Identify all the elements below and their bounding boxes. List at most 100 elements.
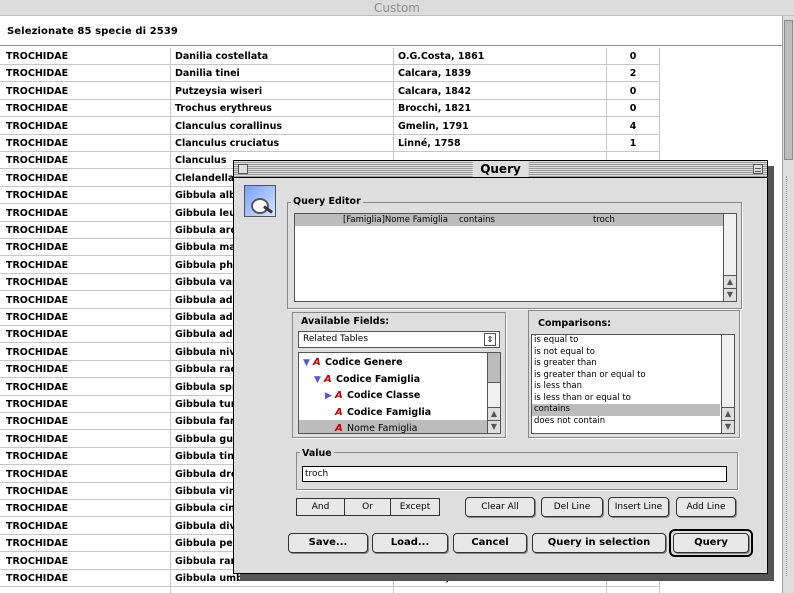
except-button[interactable]: Except	[390, 498, 440, 516]
scroll-up-icon[interactable]: ▲	[488, 407, 500, 420]
author-cell: O.G.Costa, 1861	[398, 51, 485, 62]
field-icon: A	[324, 373, 332, 385]
field-icon: A	[335, 390, 343, 401]
field-tree-item[interactable]: ▼ A Codice Famiglia	[299, 371, 487, 388]
author-cell: Brocchi, 1821	[398, 103, 472, 115]
comparison-item[interactable]: contains	[532, 404, 720, 416]
related-tables-select[interactable]: Related Tables ⇕	[298, 331, 500, 348]
comparison-item[interactable]: is equal to	[532, 335, 720, 347]
scroll-up-icon[interactable]: ▲	[724, 275, 736, 288]
count-cell: 0	[629, 51, 637, 62]
field-tree-item[interactable]: A Codice Famiglia	[299, 404, 487, 421]
clear-all-button[interactable]: Clear All	[465, 497, 535, 517]
family-cell: TROCHIDAE	[6, 68, 69, 80]
fields-tree[interactable]: A Nome Famiglia A Codice Famiglia ▶ A Codice C…	[298, 352, 501, 434]
family-cell: TROCHIDAE	[6, 329, 69, 341]
family-cell: TROCHIDAE	[6, 399, 69, 410]
family-cell: TROCHIDAE	[6, 294, 69, 306]
count-cell: 0	[629, 85, 637, 97]
table-row[interactable]: TROCHIDAE Danilia costellata O.G.Costa, 18…	[0, 48, 660, 65]
disclosure-open-icon[interactable]: ▼	[314, 372, 324, 389]
field-icon: A	[313, 357, 321, 368]
disclosure-open-icon[interactable]: ▼	[303, 355, 313, 372]
family-cell: TROCHIDAE	[6, 503, 69, 515]
family-cell: TROCHIDAE	[6, 468, 69, 480]
query-line-row[interactable]: [Famiglia]Nome Famiglia contains troch	[295, 214, 723, 226]
dialog-title: Query	[472, 162, 529, 177]
value-input[interactable]: troch	[302, 466, 727, 482]
family-cell: TROCHIDAE	[6, 555, 69, 567]
related-tables-value: Related Tables	[303, 334, 369, 344]
scroll-up-icon[interactable]: ▲	[722, 407, 734, 420]
family-cell: TROCHIDAE	[6, 433, 69, 445]
add-line-button[interactable]: Add Line	[676, 497, 736, 517]
scroll-down-icon[interactable]: ▼	[722, 420, 734, 433]
family-cell: TROCHIDAE	[6, 85, 69, 97]
comparisons-scrollbar[interactable]: ▲ ▼	[721, 335, 734, 433]
scroll-thumb[interactable]	[488, 353, 500, 383]
updown-arrows-icon[interactable]: ⇕	[484, 333, 496, 346]
family-cell: TROCHIDAE	[6, 242, 69, 254]
query-line-op: contains	[459, 215, 495, 225]
field-tree-item[interactable]: ▼ A Codice Genere	[299, 354, 487, 371]
comparison-item[interactable]: is less than	[532, 381, 720, 393]
family-cell: TROCHIDAE	[6, 190, 69, 202]
comparison-item[interactable]: is greater than or equal to	[532, 370, 720, 382]
family-cell: TROCHIDAE	[6, 346, 69, 358]
query-in-selection-button[interactable]: Query in selection	[532, 533, 666, 553]
scroll-thumb[interactable]	[784, 20, 793, 160]
fields-scrollbar[interactable]: ▲ ▼	[487, 353, 500, 433]
column-divider	[170, 48, 171, 593]
field-label: Nome Famiglia	[347, 423, 418, 434]
collapse-box-icon[interactable]	[753, 164, 763, 174]
field-tree-item[interactable]: ▶ A Codice Classe	[299, 387, 487, 404]
family-cell: TROCHIDAE	[6, 103, 69, 115]
window-scrollbar[interactable]	[782, 16, 794, 593]
comparison-item[interactable]: does not contain	[532, 416, 720, 428]
species-cell: Danilia tinei	[175, 68, 240, 80]
query-lines-scrollbar[interactable]: ▲ ▼	[723, 214, 736, 301]
table-row[interactable]: TROCHIDAE Putzeysia wiseri Calcara, 1842 0	[0, 83, 660, 100]
family-cell: TROCHIDAE	[6, 51, 69, 62]
species-cell: Putzeysia wiseri	[175, 85, 263, 97]
field-label: Codice Genere	[325, 357, 403, 368]
author-cell: Calcara, 1842	[398, 85, 472, 97]
family-cell: TROCHIDAE	[6, 172, 69, 184]
selection-bar: Selezionate 85 specie di 2539	[0, 17, 782, 46]
query-lines-list[interactable]: [Famiglia]Nome Famiglia contains troch ▲…	[294, 213, 737, 302]
table-row[interactable]: TROCHIDAE Clanculus corallinus Gmelin, 179…	[0, 118, 660, 135]
query-magnifier-icon	[244, 185, 276, 217]
field-label: Codice Famiglia	[347, 406, 432, 418]
count-cell: 0	[629, 103, 637, 115]
comparison-item[interactable]: is not equal to	[532, 347, 720, 359]
table-row[interactable]: TROCHIDAE Danilia tinei Calcara, 1839 2	[0, 65, 660, 83]
insert-line-button[interactable]: Insert Line	[608, 497, 669, 517]
comparisons-list[interactable]: is equal to is not equal to is greater tha…	[531, 334, 735, 434]
species-cell: Danilia costellata	[175, 51, 269, 62]
family-cell: TROCHIDAE	[6, 138, 69, 149]
query-button[interactable]: Query	[673, 533, 749, 553]
cancel-button[interactable]: Cancel	[453, 533, 527, 553]
dialog-titlebar[interactable]: Query	[234, 161, 767, 178]
or-button[interactable]: Or	[344, 498, 391, 516]
table-row[interactable]: TROCHIDAE Clanculus cruciatus Linné, 1758 1	[0, 135, 660, 152]
disclosure-closed-icon[interactable]: ▶	[325, 388, 335, 405]
close-box-icon[interactable]	[238, 164, 248, 174]
available-fields-label: Available Fields:	[299, 316, 392, 327]
comparison-item[interactable]: is greater than	[532, 358, 720, 370]
family-cell: TROCHIDAE	[6, 538, 69, 550]
del-line-button[interactable]: Del Line	[541, 497, 603, 517]
comparison-item[interactable]: is less than or equal to	[532, 393, 720, 405]
load-button[interactable]: Load...	[372, 533, 448, 553]
save-button[interactable]: Save...	[288, 533, 368, 553]
field-tree-item[interactable]: A Nome Famiglia	[299, 420, 487, 434]
and-button[interactable]: And	[296, 498, 345, 516]
table-row[interactable]: TROCHIDAE Trochus erythreus Brocchi, 1821 0	[0, 100, 660, 118]
scroll-track[interactable]	[786, 176, 791, 576]
comparisons-label: Comparisons:	[536, 318, 613, 329]
window-title: Custom	[0, 0, 794, 16]
family-cell: TROCHIDAE	[6, 573, 69, 584]
scroll-down-icon[interactable]: ▼	[724, 288, 736, 301]
scroll-down-icon[interactable]: ▼	[488, 420, 500, 433]
family-cell: TROCHIDAE	[6, 520, 69, 532]
